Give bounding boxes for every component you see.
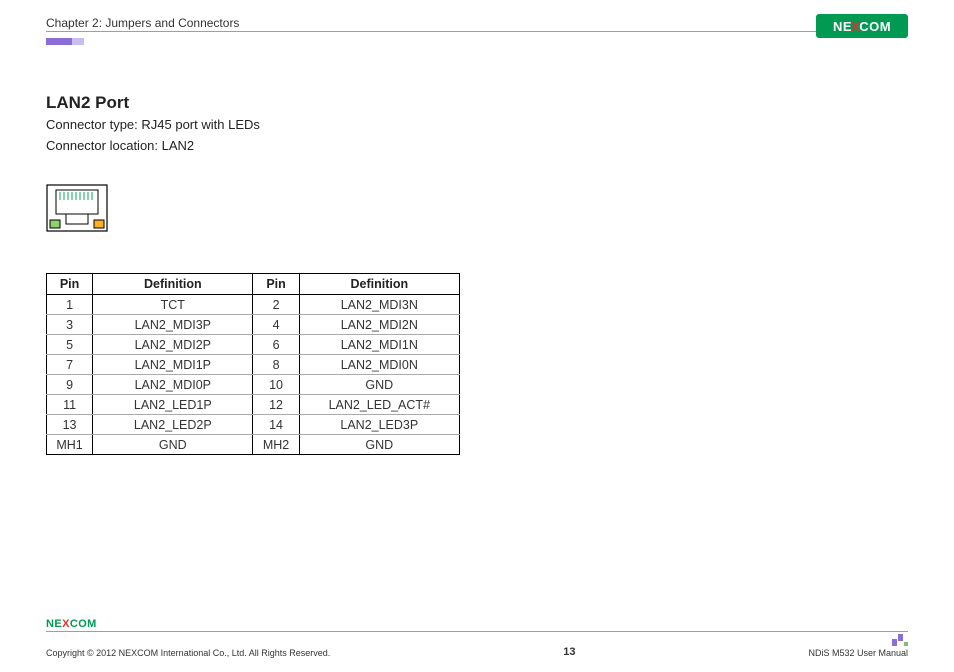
table-cell: TCT <box>93 295 253 315</box>
table-cell: LAN2_MDI0N <box>299 355 459 375</box>
table-row: 11LAN2_LED1P12LAN2_LED_ACT# <box>47 395 460 415</box>
copyright-text: Copyright © 2012 NEXCOM International Co… <box>46 648 330 658</box>
footer-logo-left: NE <box>46 618 62 630</box>
table-cell: 5 <box>47 335 93 355</box>
header-rule <box>46 31 908 32</box>
table-cell: LAN2_LED1P <box>93 395 253 415</box>
table-cell: 3 <box>47 315 93 335</box>
table-cell: GND <box>299 375 459 395</box>
table-cell: GND <box>299 435 459 455</box>
col-def-1: Definition <box>93 274 253 295</box>
table-cell: 2 <box>253 295 299 315</box>
nexcom-logo: NEXCOM <box>816 14 908 38</box>
pin-definition-table: Pin Definition Pin Definition 1TCT2LAN2_… <box>46 273 460 455</box>
table-row: 13LAN2_LED2P14LAN2_LED3P <box>47 415 460 435</box>
table-cell: 1 <box>47 295 93 315</box>
col-pin-2: Pin <box>253 274 299 295</box>
table-row: 3LAN2_MDI3P4LAN2_MDI2N <box>47 315 460 335</box>
table-cell: LAN2_LED_ACT# <box>299 395 459 415</box>
table-cell: LAN2_MDI3N <box>299 295 459 315</box>
table-row: 7LAN2_MDI1P8LAN2_MDI0N <box>47 355 460 375</box>
header-accent-bar <box>46 38 908 45</box>
table-cell: 11 <box>47 395 93 415</box>
table-row: 1TCT2LAN2_MDI3N <box>47 295 460 315</box>
table-cell: 13 <box>47 415 93 435</box>
table-cell: 7 <box>47 355 93 375</box>
table-cell: LAN2_MDI2N <box>299 315 459 335</box>
table-cell: LAN2_LED3P <box>299 415 459 435</box>
footer-logo-right: COM <box>70 618 97 630</box>
logo-part-left: NE <box>833 19 852 34</box>
table-cell: GND <box>93 435 253 455</box>
table-cell: 9 <box>47 375 93 395</box>
footer-logo-x: X <box>62 618 70 630</box>
table-cell: LAN2_MDI1P <box>93 355 253 375</box>
table-cell: LAN2_MDI3P <box>93 315 253 335</box>
manual-name: NDiS M532 User Manual <box>808 648 908 658</box>
table-cell: MH1 <box>47 435 93 455</box>
logo-part-right: COM <box>859 19 891 34</box>
footer-logo: NEXCOM <box>46 618 908 630</box>
col-def-2: Definition <box>299 274 459 295</box>
table-row: 5LAN2_MDI2P6LAN2_MDI1N <box>47 335 460 355</box>
corner-decoration-icon <box>892 638 908 648</box>
page-footer: NEXCOM Copyright © 2012 NEXCOM Internati… <box>46 618 908 658</box>
table-cell: 4 <box>253 315 299 335</box>
table-cell: 8 <box>253 355 299 375</box>
table-cell: LAN2_LED2P <box>93 415 253 435</box>
table-cell: 12 <box>253 395 299 415</box>
connector-location: Connector location: LAN2 <box>46 137 908 155</box>
table-cell: LAN2_MDI2P <box>93 335 253 355</box>
table-row: 9LAN2_MDI0P10GND <box>47 375 460 395</box>
section-title: LAN2 Port <box>46 93 908 113</box>
rj45-port-diagram <box>46 184 908 237</box>
table-cell: 6 <box>253 335 299 355</box>
table-cell: 14 <box>253 415 299 435</box>
table-cell: LAN2_MDI1N <box>299 335 459 355</box>
table-cell: 10 <box>253 375 299 395</box>
table-row: MH1GNDMH2GND <box>47 435 460 455</box>
col-pin-1: Pin <box>47 274 93 295</box>
table-cell: LAN2_MDI0P <box>93 375 253 395</box>
chapter-label: Chapter 2: Jumpers and Connectors <box>46 14 239 30</box>
connector-type: Connector type: RJ45 port with LEDs <box>46 116 908 134</box>
page-number: 13 <box>563 646 575 658</box>
table-cell: MH2 <box>253 435 299 455</box>
